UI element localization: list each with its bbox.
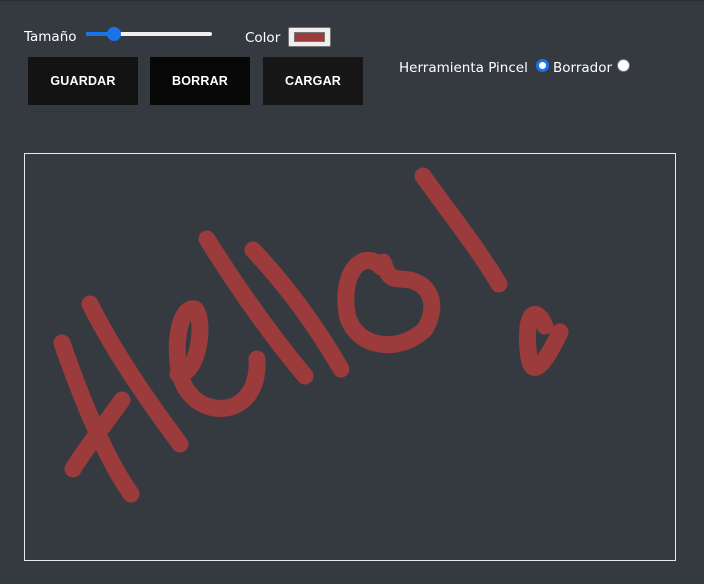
drawing-canvas[interactable]: [24, 153, 676, 561]
brush-radio[interactable]: [536, 59, 549, 72]
drawing-strokes: [53, 167, 569, 503]
size-label: Tamaño: [24, 29, 77, 45]
stroke-exclaim-line: [414, 167, 508, 293]
stroke-l2: [244, 241, 350, 378]
clear-button[interactable]: BORRAR: [150, 57, 250, 105]
tool-brush-label: Herramienta Pincel: [399, 60, 528, 76]
color-swatch-fill: [294, 32, 325, 42]
size-slider[interactable]: [84, 27, 213, 41]
save-button[interactable]: GUARDAR: [28, 57, 138, 105]
eraser-radio[interactable]: [617, 59, 630, 72]
stroke-o: [337, 252, 441, 353]
tool-eraser-label: Borrador: [553, 60, 613, 76]
slider-thumb[interactable]: [107, 27, 121, 41]
stroke-e: [168, 300, 266, 417]
color-label: Color: [245, 30, 281, 46]
stroke-exclaim-dot: [518, 305, 569, 376]
load-button[interactable]: CARGAR: [263, 57, 363, 105]
color-picker[interactable]: [288, 27, 331, 47]
